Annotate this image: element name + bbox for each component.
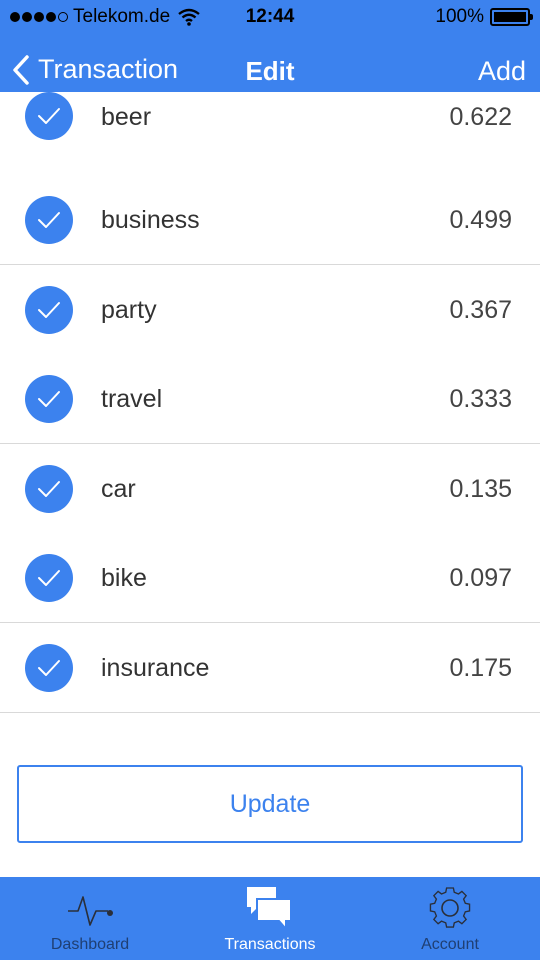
tab-label: Transactions — [224, 936, 316, 953]
checkmark-icon[interactable] — [25, 196, 73, 244]
list-item[interactable]: insurance 0.175 — [0, 623, 540, 713]
item-label: beer — [101, 103, 152, 131]
battery-percent: 100% — [435, 6, 484, 27]
back-button-label: Transaction — [38, 54, 179, 84]
checkmark-icon[interactable] — [25, 286, 73, 334]
checkmark-icon[interactable] — [25, 92, 73, 140]
list-item[interactable]: bike 0.097 — [0, 533, 540, 623]
tab-transactions[interactable]: Transactions — [180, 877, 360, 960]
chat-bubbles-icon — [247, 887, 292, 932]
item-label: party — [101, 296, 157, 324]
item-label: insurance — [101, 654, 210, 682]
status-bar: Telekom.de 12:44 100% — [0, 0, 540, 36]
battery-status: 100% — [435, 6, 533, 28]
checkmark-icon[interactable] — [25, 644, 73, 692]
tab-label: Account — [421, 936, 479, 953]
item-label: travel — [101, 385, 163, 413]
list-item[interactable]: beer 0.622 — [0, 92, 540, 182]
list-item[interactable]: party 0.367 — [0, 265, 540, 355]
item-label: bike — [101, 564, 147, 592]
item-value: 0.622 — [449, 103, 512, 131]
chevron-left-icon — [13, 54, 29, 85]
back-button[interactable]: Transaction — [12, 54, 178, 85]
item-value: 0.175 — [449, 654, 512, 682]
tab-account[interactable]: Account — [360, 877, 540, 960]
list-item[interactable]: business 0.499 — [0, 175, 540, 265]
checkmark-icon[interactable] — [25, 465, 73, 513]
checkmark-icon[interactable] — [25, 554, 73, 602]
pulse-icon — [68, 896, 113, 926]
add-button[interactable]: Add — [478, 56, 526, 87]
gear-icon — [429, 887, 471, 928]
tab-label: Dashboard — [50, 936, 130, 953]
battery-icon — [490, 8, 533, 26]
item-label: car — [101, 475, 136, 503]
checkmark-icon[interactable] — [25, 375, 73, 423]
list-item[interactable]: travel 0.333 — [0, 354, 540, 444]
update-button[interactable]: Update — [17, 765, 523, 843]
tab-dashboard[interactable]: Dashboard — [0, 877, 180, 960]
item-label: business — [101, 206, 200, 234]
item-value: 0.135 — [449, 475, 512, 503]
item-value: 0.097 — [449, 564, 512, 592]
item-value: 0.333 — [449, 385, 512, 413]
tab-bar: Dashboard Transactions Account — [0, 877, 540, 960]
item-value: 0.499 — [449, 206, 512, 234]
item-value: 0.367 — [449, 296, 512, 324]
list-item[interactable]: car 0.135 — [0, 444, 540, 534]
